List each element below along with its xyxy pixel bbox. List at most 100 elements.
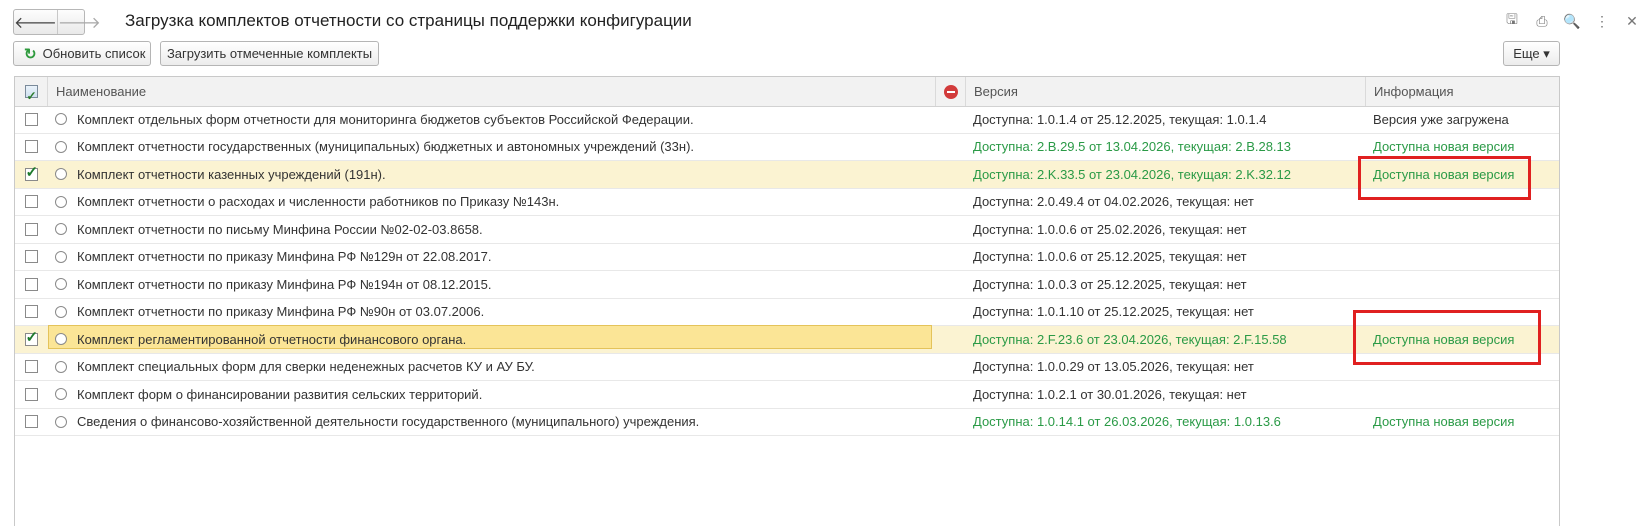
table-row[interactable]: Комплект отчетности по письму Минфина Ро…	[15, 216, 1559, 244]
row-radio[interactable]	[55, 168, 67, 181]
row-radio[interactable]	[55, 195, 67, 208]
table-row[interactable]: Сведения о финансово-хозяйственной деяте…	[15, 409, 1559, 436]
forward-button[interactable]: 🡒	[56, 10, 101, 34]
row-radio[interactable]	[55, 223, 67, 236]
row-checkbox-cell	[15, 354, 47, 381]
kit-name: Комплект отчетности по приказу Минфина Р…	[77, 276, 492, 292]
table-row[interactable]: Комплект отчетности по приказу Минфина Р…	[15, 271, 1559, 299]
kit-version: Доступна: 1.0.14.1 от 26.03.2026, текуща…	[973, 414, 1281, 430]
kit-info: Версия уже загружена	[1373, 111, 1509, 127]
row-checkbox-cell	[15, 271, 47, 298]
table-row[interactable]: Комплект отдельных форм отчетности для м…	[15, 106, 1559, 134]
kit-version: Доступна: 2.F.23.6 от 23.04.2026, текуща…	[973, 331, 1287, 347]
kit-name: Комплект отдельных форм отчетности для м…	[77, 111, 694, 127]
kit-version: Доступна: 1.0.0.3 от 25.12.2025, текущая…	[973, 276, 1247, 292]
row-checkbox[interactable]	[24, 328, 38, 346]
row-checkbox-cell	[15, 134, 47, 161]
row-checkbox[interactable]	[24, 195, 38, 209]
row-checkbox[interactable]	[24, 415, 38, 429]
kit-version: Доступна: 2.K.33.5 от 23.04.2026, текуща…	[973, 166, 1292, 182]
row-radio[interactable]	[55, 250, 67, 263]
row-checkbox-cell	[15, 299, 47, 326]
kit-version: Доступна: 1.0.2.1 от 30.01.2026, текущая…	[973, 386, 1247, 402]
row-radio[interactable]	[55, 360, 67, 373]
kit-name: Комплект отчетности о расходах и численн…	[77, 194, 560, 210]
column-name[interactable]: Наименование	[47, 77, 935, 106]
row-checkbox[interactable]	[24, 277, 38, 291]
close-icon[interactable]: ✕	[1622, 12, 1642, 30]
row-checkbox[interactable]	[24, 250, 38, 264]
kit-version: Доступна: 2.B.29.5 от 13.04.2026, текуща…	[973, 139, 1292, 155]
kit-name: Комплект отчетности государственных (мун…	[77, 139, 695, 155]
row-checkbox[interactable]	[24, 360, 38, 374]
kit-name-cell: Комплект отчетности по приказу Минфина Р…	[47, 299, 935, 326]
table-row[interactable]: Комплект отчетности государственных (мун…	[15, 134, 1559, 161]
table-row[interactable]: Комплект отчетности казенных учреждений …	[15, 161, 1559, 189]
column-info[interactable]: Информация	[1365, 77, 1559, 106]
kit-name-cell: Комплект отчетности казенных учреждений …	[47, 161, 935, 188]
kit-name-cell: Комплект отчетности по приказу Минфина Р…	[47, 271, 935, 298]
row-checkbox[interactable]	[24, 222, 38, 236]
kit-version: Доступна: 1.0.0.29 от 13.05.2026, текуща…	[973, 359, 1254, 375]
table-row[interactable]: Комплект специальных форм для сверки нед…	[15, 354, 1559, 381]
row-radio[interactable]	[55, 140, 67, 153]
row-checkbox-cell	[15, 381, 47, 408]
print-icon[interactable]: ⎙	[1532, 12, 1552, 30]
row-checkbox-cell	[15, 189, 47, 216]
kit-info	[1365, 381, 1559, 408]
back-button[interactable]: 🡐	[14, 10, 57, 34]
check-all-icon	[24, 82, 38, 111]
preview-icon[interactable]: 🔍	[1562, 12, 1582, 30]
row-checkbox-cell	[15, 326, 47, 353]
table-row[interactable]: Комплект форм о финансировании развития …	[15, 381, 1559, 409]
kit-info	[1365, 216, 1559, 243]
row-radio[interactable]	[55, 333, 67, 346]
row-radio[interactable]	[55, 388, 67, 401]
refresh-list-label: Обновить список	[42, 46, 146, 61]
save-icon[interactable]: 🖫	[1502, 11, 1522, 30]
table-body: Комплект отдельных форм отчетности для м…	[15, 106, 1559, 436]
more-vert-icon[interactable]: ⋮	[1592, 12, 1612, 30]
kit-name: Комплект отчетности по письму Минфина Ро…	[77, 221, 483, 237]
kit-info	[1365, 244, 1559, 271]
row-radio[interactable]	[55, 415, 67, 428]
arrow-left-icon: 🡐	[14, 14, 57, 32]
row-checkbox-cell	[15, 106, 47, 133]
column-flag	[935, 77, 965, 106]
header-actions: 🖫 ⎙ 🔍 ⋮ ✕	[1502, 11, 1642, 30]
table-row[interactable]: Комплект отчетности по приказу Минфина Р…	[15, 244, 1559, 271]
kit-version: Доступна: 1.0.0.6 от 25.12.2025, текущая…	[973, 249, 1247, 265]
kit-name: Комплект отчетности по приказу Минфина Р…	[77, 304, 485, 320]
more-button[interactable]: Еще ▾	[1503, 41, 1560, 66]
table-row[interactable]: Комплект регламентированной отчетности ф…	[15, 325, 1559, 354]
row-checkbox-cell	[15, 216, 47, 243]
refresh-list-button[interactable]: ↻ Обновить список	[13, 41, 151, 66]
kit-version: Доступна: 2.0.49.4 от 04.02.2026, текуща…	[973, 194, 1254, 210]
kit-name-cell: Комплект специальных форм для сверки нед…	[47, 354, 935, 381]
page-title: Загрузка комплектов отчетности со страни…	[125, 11, 692, 30]
row-checkbox[interactable]	[24, 305, 38, 319]
table-row[interactable]: Комплект отчетности о расходах и численн…	[15, 189, 1559, 216]
refresh-icon: ↻	[24, 45, 37, 63]
column-version[interactable]: Версия	[965, 77, 1365, 106]
kit-name-cell: Комплект отчетности по приказу Минфина Р…	[47, 244, 935, 271]
annotation-box	[1358, 156, 1531, 200]
kit-version: Доступна: 1.0.1.10 от 25.12.2025, текуща…	[973, 304, 1254, 320]
kit-info	[1365, 271, 1559, 298]
row-checkbox[interactable]	[24, 387, 38, 401]
row-checkbox[interactable]	[24, 112, 38, 126]
kit-name-cell: Комплект отчетности государственных (мун…	[47, 134, 935, 161]
table-row[interactable]: Комплект отчетности по приказу Минфина Р…	[15, 299, 1559, 326]
kit-name-cell: Комплект регламентированной отчетности ф…	[47, 326, 935, 353]
kit-name: Комплект регламентированной отчетности ф…	[77, 331, 467, 347]
table-header: Наименование Версия Информация	[15, 77, 1559, 111]
row-checkbox[interactable]	[24, 140, 38, 154]
row-radio[interactable]	[55, 305, 67, 318]
arrow-right-icon: 🡒	[57, 14, 101, 32]
header-check-all[interactable]	[15, 77, 47, 111]
row-radio[interactable]	[55, 113, 67, 126]
navigation-buttons: 🡐 🡒	[13, 9, 101, 35]
row-checkbox[interactable]	[24, 163, 38, 181]
row-radio[interactable]	[55, 278, 67, 291]
load-selected-button[interactable]: Загрузить отмеченные комплекты	[160, 41, 379, 66]
